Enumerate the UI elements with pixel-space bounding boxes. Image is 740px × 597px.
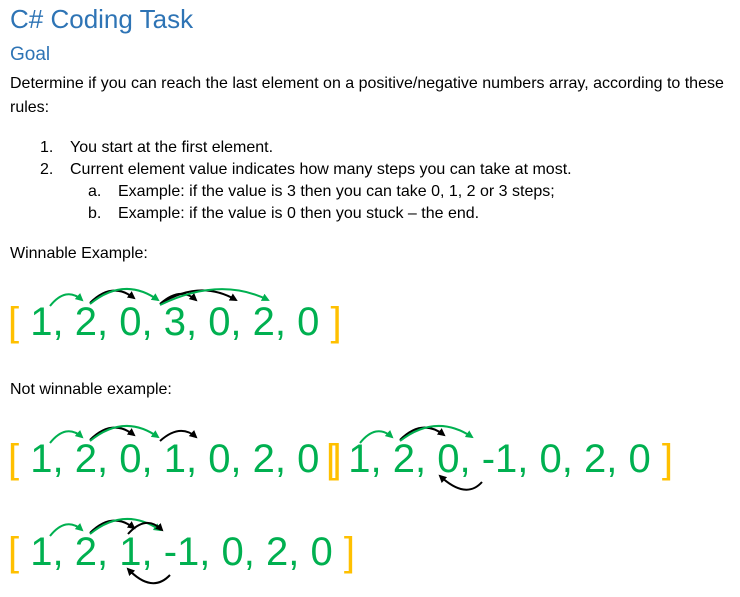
array-element: 1, (30, 300, 64, 344)
array-element: 0, (119, 437, 153, 481)
array-element: 0, (539, 437, 573, 481)
array-close-bracket: ] (343, 530, 355, 574)
not-winnable-label: Not winnable example: (10, 381, 172, 398)
section-heading-goal: Goal (10, 44, 51, 65)
array-element: 1, (348, 437, 382, 481)
array-element: 0, (221, 530, 255, 574)
array-open-bracket: [ (8, 437, 20, 481)
array-not-winnable-2: [ 1, 2, 0, -1, 0, 2, 0 ] (326, 437, 673, 481)
rule-letter: b. (88, 205, 102, 222)
array-close-bracket: ] (661, 437, 673, 481)
array-element: 0, (437, 437, 471, 481)
array-element: 1, (163, 437, 198, 481)
array-open-bracket: [ (8, 530, 20, 574)
array-winnable: [ 1, 2, 0, 3, 0, 2, 0 ] (8, 300, 342, 344)
array-element: 1, (119, 530, 153, 574)
document-page: C# Coding Task Goal Determine if you can… (0, 0, 740, 597)
array-element: 2, (252, 437, 287, 481)
array-element: -1, (163, 530, 211, 574)
intro-paragraph: Determine if you can reach the last elem… (10, 75, 724, 116)
array-not-winnable-3: [ 1, 2, 1, -1, 0, 2, 0 ] (8, 530, 355, 574)
array-open-bracket: [ (8, 300, 20, 344)
array-element: 2, (74, 437, 109, 481)
array-element: 0 (297, 300, 320, 344)
array-element: 0 (628, 437, 651, 481)
array-not-winnable-1: [ 1, 2, 0, 1, 0, 2, 0 ] (8, 437, 342, 481)
rule-number: 2. (40, 161, 54, 178)
array-element: 1, (30, 437, 64, 481)
array-close-bracket: ] (330, 300, 342, 344)
array-element: 2, (266, 530, 300, 574)
array-element: 2, (584, 437, 618, 481)
page-title: C# Coding Task (10, 4, 194, 34)
array-element: 1, (30, 530, 64, 574)
rule-text: Example: if the value is 3 then you can … (118, 183, 555, 200)
array-element: 3, (163, 300, 198, 344)
array-element: 0, (208, 300, 242, 344)
winnable-label: Winnable Example: (10, 245, 148, 262)
array-element: -1, (481, 437, 529, 481)
rule-text: Current element value indicates how many… (70, 161, 572, 178)
rule-text: You start at the first element. (70, 139, 274, 156)
array-element: 0, (119, 300, 153, 344)
rule-text: Example: if the value is 0 then you stuc… (118, 205, 480, 222)
array-element: 0 (297, 437, 320, 481)
array-element: 0 (310, 530, 333, 574)
array-element: 0, (208, 437, 242, 481)
array-element: 2, (392, 437, 427, 481)
array-element: 2, (252, 300, 287, 344)
rule-number: 1. (40, 139, 54, 156)
array-element: 2, (74, 530, 109, 574)
rule-letter: a. (88, 183, 102, 200)
array-element: 2, (74, 300, 109, 344)
array-open-bracket: [ (326, 437, 338, 481)
